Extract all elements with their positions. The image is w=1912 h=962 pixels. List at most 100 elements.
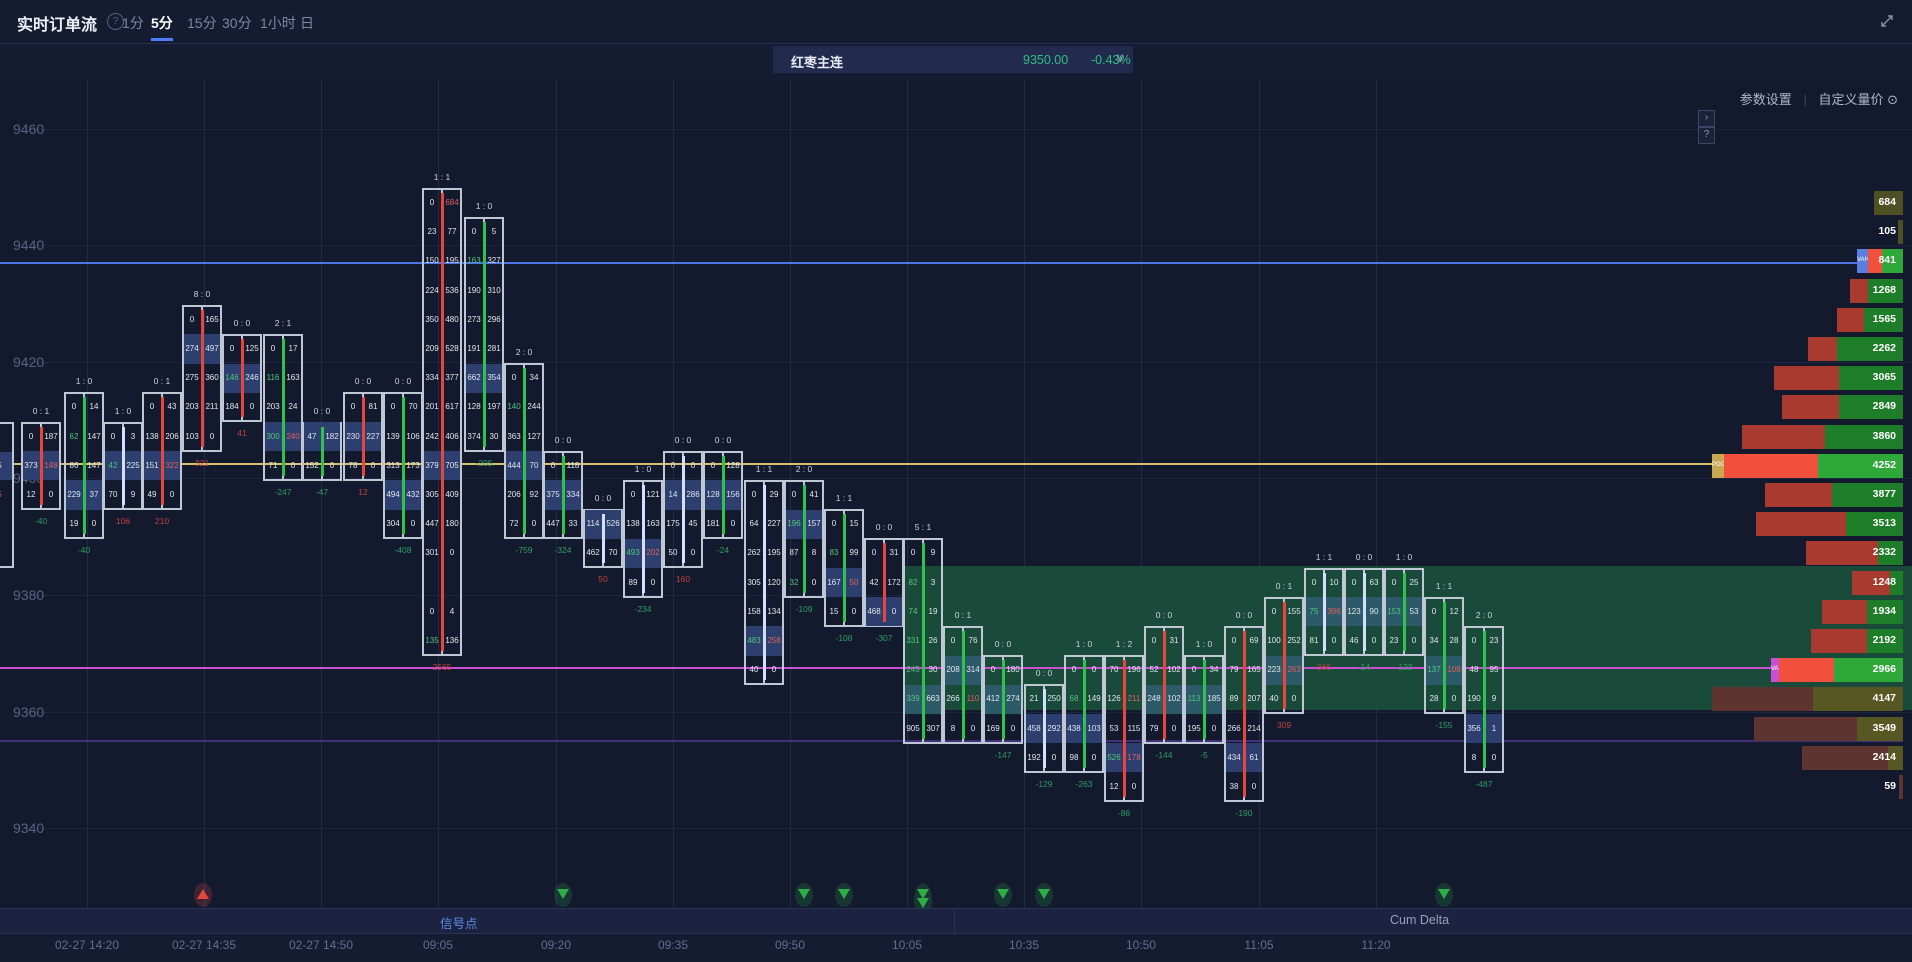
bid-cell: 167: [826, 569, 842, 597]
bid-cell: 493: [625, 539, 641, 567]
profile-value-label: 841: [1816, 254, 1896, 266]
delta-line: [722, 456, 725, 534]
param-settings-link[interactable]: 参数设置: [1740, 92, 1792, 107]
profile-value-label: 2849: [1816, 400, 1896, 412]
profile-value-label: 684: [1816, 196, 1896, 208]
bid-cell: 153: [1386, 598, 1402, 626]
bid-cell: 196: [786, 510, 802, 538]
panel-next-button[interactable]: ›: [1698, 110, 1715, 127]
signal-down-arrow[interactable]: [917, 898, 929, 908]
bid-cell: 223: [1266, 656, 1282, 684]
bid-cell: 89: [1226, 685, 1242, 713]
profile-segment: [1898, 220, 1903, 244]
ask-cell: 50: [846, 569, 862, 597]
ask-cell: 0: [444, 539, 460, 567]
signal-points-label[interactable]: 信号点: [440, 913, 478, 932]
cum-delta-label[interactable]: Cum Delta: [1390, 913, 1449, 927]
tab-day[interactable]: 日: [300, 13, 314, 33]
imbalance-ratio-label: 0 : 0: [973, 639, 1033, 649]
signal-down-arrow[interactable]: [1038, 889, 1050, 899]
ask-cell: 663: [925, 685, 941, 713]
bid-cell: 379: [424, 452, 440, 480]
ask-cell: 172: [886, 569, 902, 597]
ask-cell: 0: [1246, 773, 1262, 801]
ask-cell: 23: [1486, 627, 1502, 655]
tab-5min[interactable]: 5分: [151, 13, 173, 41]
ask-cell: 163: [285, 364, 301, 392]
ask-cell: 258: [766, 627, 782, 655]
ask-cell: 0: [1326, 627, 1342, 655]
delta-line: [562, 456, 565, 534]
panel-help-button[interactable]: ?: [1698, 127, 1715, 144]
signal-down-arrow[interactable]: [1438, 889, 1450, 899]
ask-cell: 307: [925, 715, 941, 743]
bid-cell: 0: [66, 393, 82, 421]
signal-down-arrow[interactable]: [557, 889, 569, 899]
ask-cell: 396: [1326, 598, 1342, 626]
delta-line: [1083, 660, 1086, 768]
ask-cell: 225: [125, 452, 141, 480]
signal-down-arrow[interactable]: [997, 889, 1009, 899]
bid-cell: 0: [1466, 627, 1482, 655]
candle-delta-label: 210: [132, 516, 192, 526]
candle-delta-label: 321: [172, 458, 232, 468]
bid-cell: 28: [1426, 685, 1442, 713]
bid-cell: 70: [105, 481, 121, 509]
bid-cell: 87: [786, 539, 802, 567]
bid-cell: 152: [304, 452, 320, 480]
target-icon[interactable]: ⊙: [1887, 92, 1898, 107]
imbalance-ratio-label: 2 : 0: [774, 464, 834, 474]
tab-1min[interactable]: 1分: [122, 13, 144, 33]
tab-1hour[interactable]: 1小时: [260, 13, 296, 33]
bid-cell: 42: [866, 569, 882, 597]
ask-cell: 70: [526, 452, 542, 480]
delta-line: [362, 397, 365, 475]
bid-cell: 169: [985, 715, 1001, 743]
imbalance-ratio-label: 1 : 0: [1374, 552, 1434, 562]
ask-cell: 0: [324, 452, 340, 480]
bid-cell: 483: [746, 627, 762, 655]
ask-cell: 0: [1366, 627, 1382, 655]
ask-cell: 0: [725, 510, 741, 538]
ask-cell: 409: [444, 481, 460, 509]
delta-line: [763, 485, 766, 680]
delta-line: [282, 339, 285, 476]
bid-cell: 0: [1146, 627, 1162, 655]
bid-cell: 245: [905, 656, 921, 684]
ask-cell: 147: [86, 423, 102, 451]
bid-cell: 190: [466, 277, 482, 305]
instrument-selector[interactable]: 红枣主连 9350.00 -0.43% ∨: [773, 46, 1133, 73]
bid-cell: 150: [424, 247, 440, 275]
tab-15min[interactable]: 15分: [187, 13, 217, 33]
bid-cell: 331: [905, 627, 921, 655]
chart-toolbar: 参数设置 | 自定义量价 ⊙: [1740, 89, 1898, 108]
bid-cell: 0: [385, 393, 401, 421]
bid-cell: 301: [424, 539, 440, 567]
page-title: 实时订单流: [17, 11, 97, 35]
delta-line: [161, 397, 164, 505]
custom-volume-link[interactable]: 自定义量价: [1818, 92, 1883, 107]
ask-cell: 196: [1126, 656, 1142, 684]
ask-cell: 34: [526, 364, 542, 392]
signal-down-arrow[interactable]: [838, 889, 850, 899]
bid-cell: 0: [23, 423, 39, 451]
footprint-cell: 1: [0, 423, 10, 451]
bid-cell: 81: [1306, 627, 1322, 655]
bid-cell: 242: [424, 423, 440, 451]
bid-cell: 0: [345, 393, 361, 421]
collapse-icon[interactable]: [1878, 12, 1896, 30]
imbalance-ratio-label: 2 : 1: [253, 318, 313, 328]
tab-30min[interactable]: 30分: [222, 13, 252, 33]
bid-cell: 74: [905, 598, 921, 626]
orderflow-chart-canvas[interactable]: 参数设置 | 自定义量价 ⊙ › ? 946094409420940093809…: [0, 80, 1912, 908]
signal-up-arrow[interactable]: [197, 889, 209, 899]
bid-cell: 444: [506, 452, 522, 480]
bid-cell: 300: [265, 423, 281, 451]
signal-down-arrow[interactable]: [798, 889, 810, 899]
imbalance-ratio-label: 0 : 0: [1134, 610, 1194, 620]
bid-cell: 356: [1466, 715, 1482, 743]
bid-cell: 0: [1226, 627, 1242, 655]
delta-line: [883, 543, 886, 621]
bid-cell: 137: [1426, 656, 1442, 684]
ask-cell: 4: [444, 598, 460, 626]
